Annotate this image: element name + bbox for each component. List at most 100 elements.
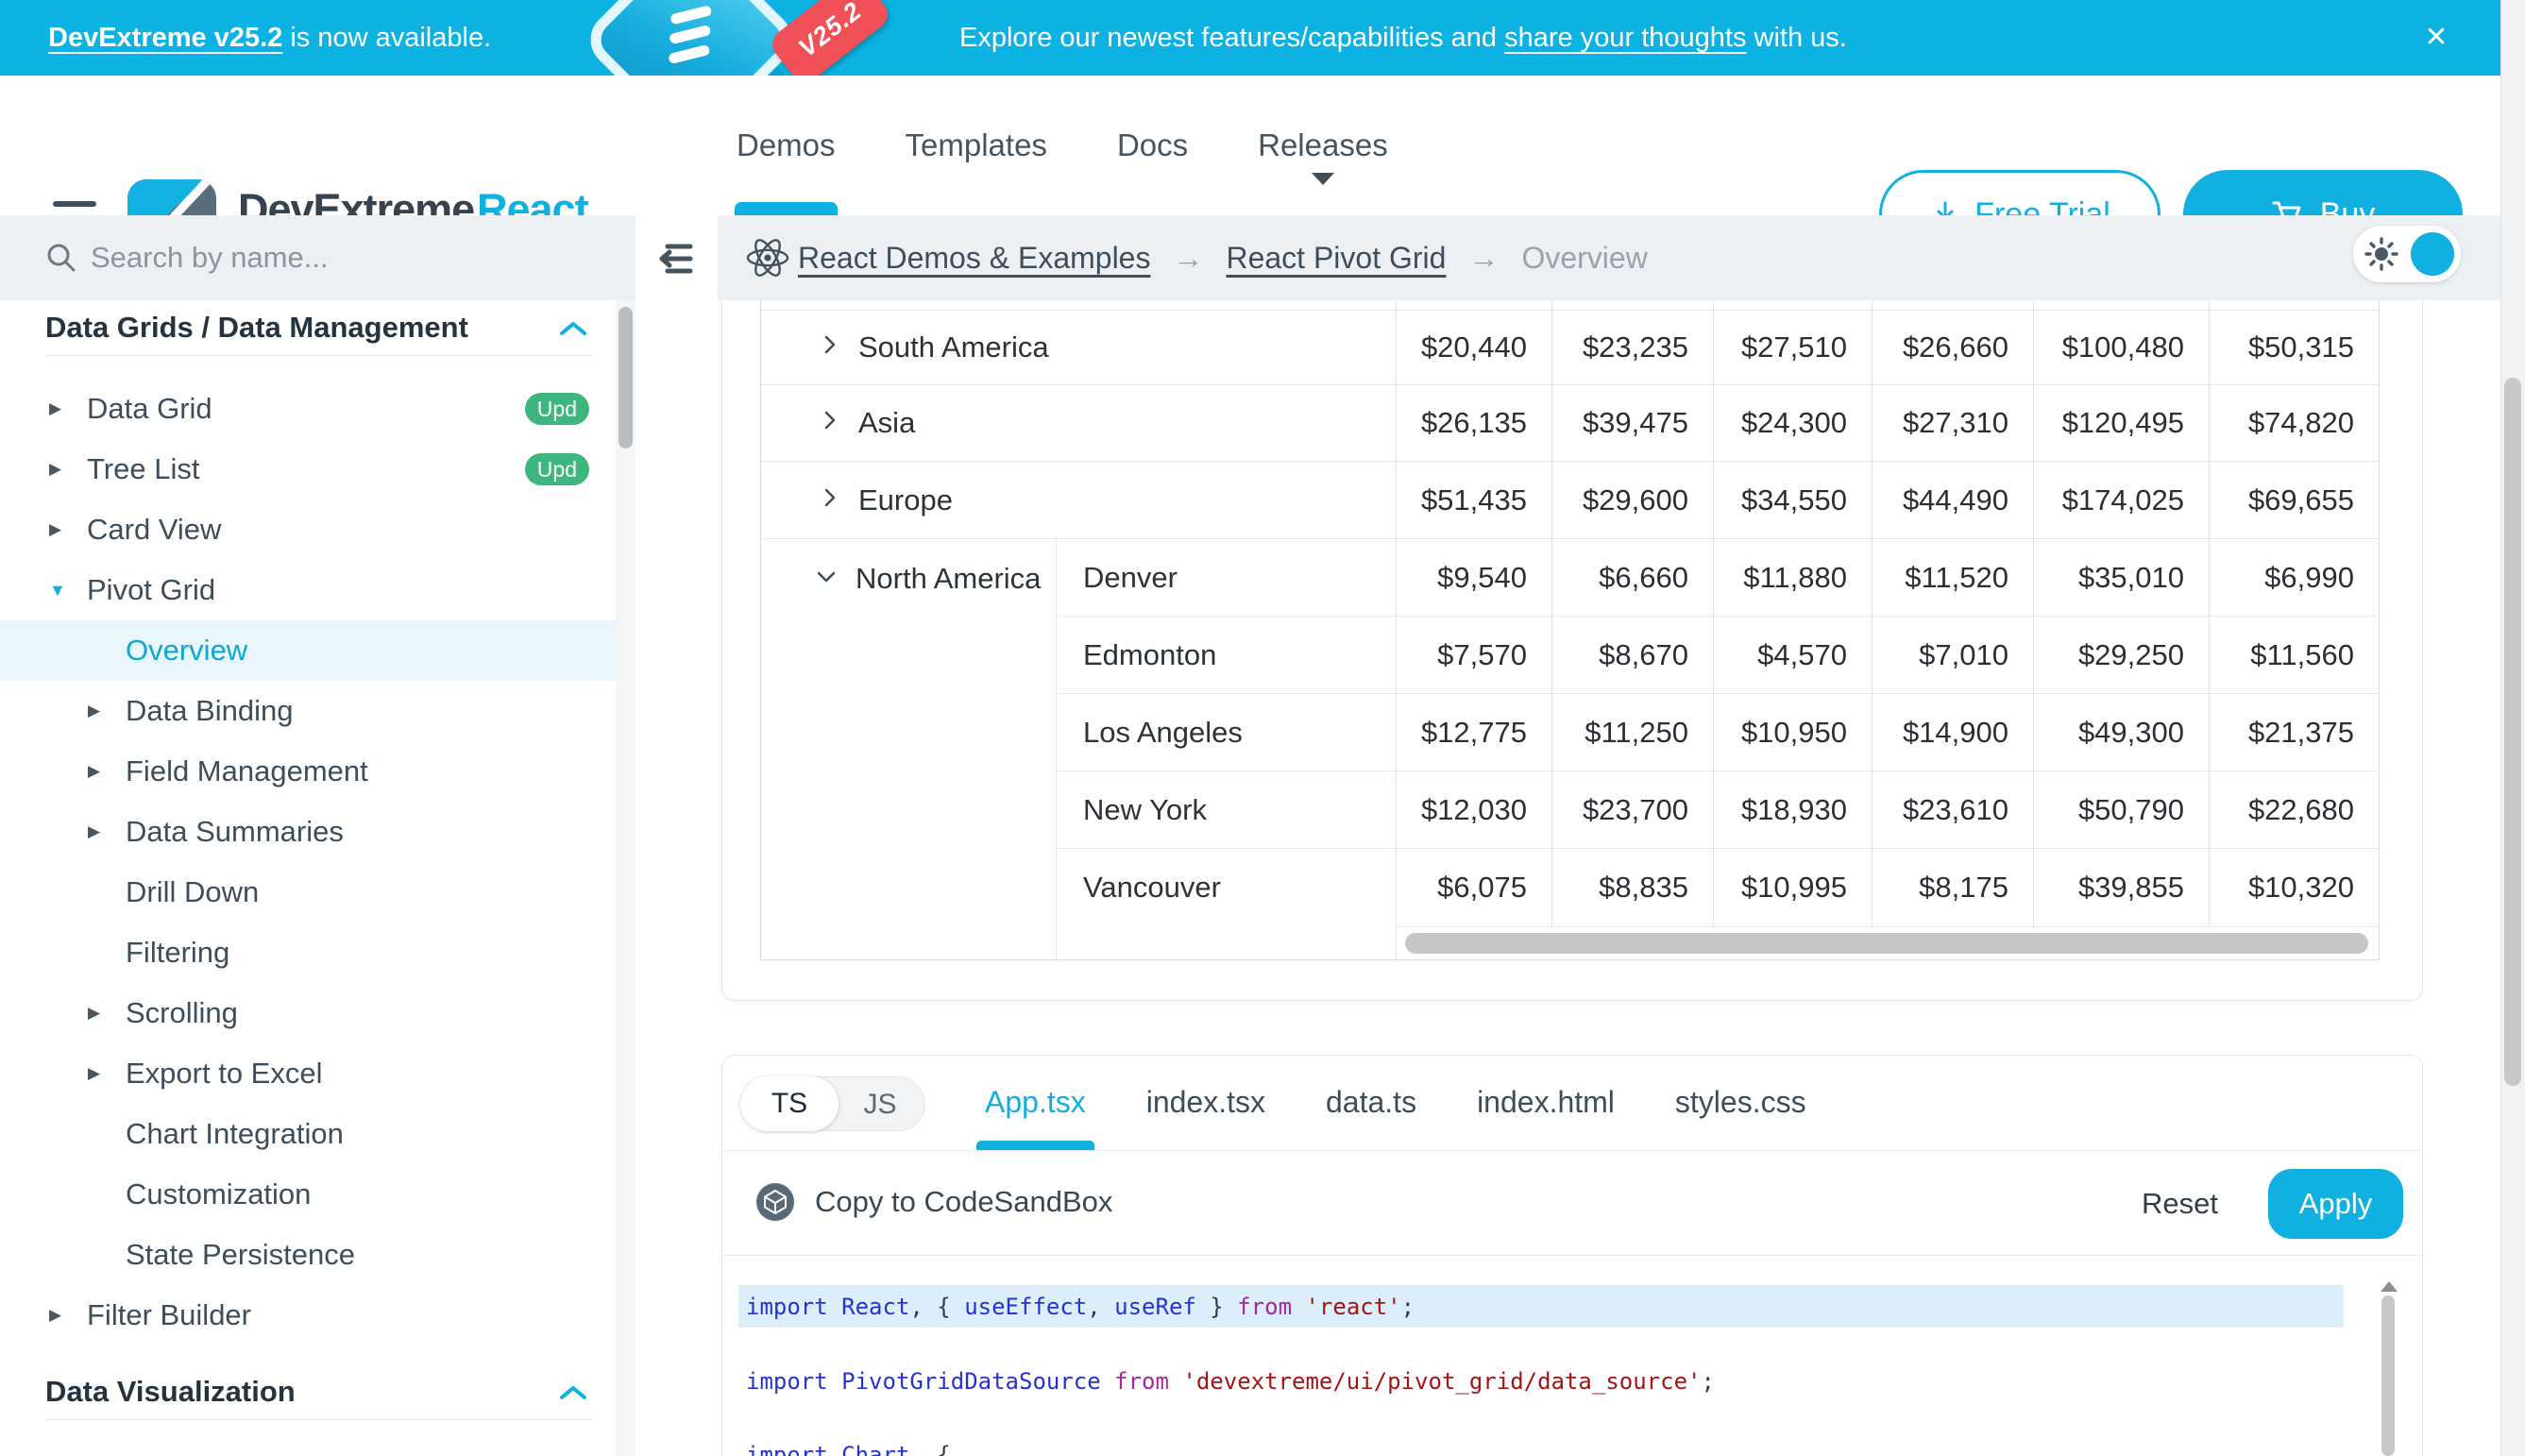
pivot-city-label: Vancouver (1056, 849, 1396, 926)
pivot-clipped-cell (1872, 300, 2033, 310)
page-scrollbar-thumb[interactable] (2504, 378, 2521, 1086)
code-token: useRef (1114, 1294, 1196, 1320)
pivot-region-expander[interactable]: Asia (761, 385, 1396, 461)
sidebar-item-filtering[interactable]: Filtering (0, 923, 616, 983)
pivot-row: Asia$26,135$39,475$24,300$27,310$120,495… (761, 385, 2379, 462)
tab-styles-css[interactable]: styles.css (1675, 1055, 1806, 1150)
chevron-up-icon (559, 311, 587, 345)
language-ts-option[interactable]: TS (740, 1076, 839, 1131)
close-icon[interactable]: ✕ (2406, 0, 2466, 76)
pivot-city-label: Edmonton (1056, 617, 1396, 693)
sidebar-item-state-persistence[interactable]: State Persistence (0, 1225, 616, 1285)
sidebar-scrollbar[interactable] (616, 300, 635, 1456)
pivot-value-cell: $23,235 (1551, 311, 1713, 384)
banner-version-text: DevExtreme v25.2 is now available. (48, 0, 491, 76)
code-token: import (746, 1294, 828, 1320)
code-scrollbar-thumb[interactable] (2381, 1295, 2395, 1456)
sidebar-item-overview[interactable]: Overview (0, 620, 616, 681)
pivot-clipped-label (761, 300, 1396, 310)
pivot-value-cell: $4,570 (1713, 617, 1872, 693)
sidebar-item-customization[interactable]: Customization (0, 1164, 616, 1225)
pivot-region-collapser[interactable]: North America (761, 539, 1056, 959)
sidebar-item-data-summaries[interactable]: ▶Data Summaries (0, 802, 616, 862)
sidebar-item-data-grid[interactable]: ▶Data Grid Upd (0, 379, 616, 439)
collapsed-arrow-icon: ▶ (88, 762, 126, 781)
language-toggle[interactable]: TS JS (740, 1076, 925, 1131)
breadcrumb-item[interactable]: React Demos & Examples (798, 241, 1150, 276)
pivot-region-expander[interactable]: Europe (761, 462, 1396, 538)
updated-badge: Upd (525, 393, 589, 425)
nav-docs[interactable]: Docs (1117, 76, 1188, 215)
language-js-option[interactable]: JS (836, 1077, 924, 1132)
sidebar-item-label: Export to Excel (126, 1057, 322, 1091)
pivot-value-cell: $44,490 (1872, 462, 2033, 538)
sidebar-item-tree-list[interactable]: ▶Tree ListUpd (0, 439, 616, 499)
nav-releases[interactable]: Releases (1258, 76, 1388, 215)
pivot-value-cell: $35,010 (2033, 539, 2209, 616)
pivot-value-cell: $51,435 (1396, 462, 1551, 538)
search-placeholder: Search by name... (91, 215, 329, 300)
collapsed-arrow-icon: ▶ (88, 822, 126, 841)
nav-demos[interactable]: Demos (737, 76, 836, 215)
pivot-value-cell: $21,375 (2209, 694, 2379, 770)
code-token (1169, 1368, 1182, 1395)
tab-index-html[interactable]: index.html (1477, 1055, 1615, 1150)
collapsed-arrow-icon: ▶ (88, 1064, 126, 1083)
pivot-region-expander[interactable]: South America (761, 311, 1396, 384)
pivot-value-cell: $23,700 (1551, 771, 1713, 848)
arrow-slot (88, 883, 126, 902)
tab-data-ts[interactable]: data.ts (1326, 1055, 1416, 1150)
share-thoughts-link[interactable]: share your thoughts (1504, 23, 1746, 53)
sidebar-item-chart-integration[interactable]: Chart Integration (0, 1104, 616, 1164)
pivot-clipped-row (761, 300, 2379, 311)
sidebar-item-field-management[interactable]: ▶Field Management (0, 741, 616, 802)
codesandbox-divider (721, 1255, 2423, 1256)
theme-toggle[interactable] (2353, 226, 2461, 282)
copy-to-codesandbox-button[interactable]: Copy to CodeSandBox (756, 1183, 1112, 1221)
pivot-value-cell: $11,520 (1872, 539, 2033, 616)
collapse-panel-icon (652, 233, 702, 282)
sidebar-item-label: Card View (87, 513, 221, 547)
code-scrollbar-up-icon[interactable] (2381, 1273, 2398, 1292)
code-line: import PivotGridDataSource from 'devextr… (738, 1360, 1715, 1402)
pivot-hscrollbar[interactable] (1396, 926, 2381, 959)
sidebar-item-pivot-grid[interactable]: ▼Pivot Grid (0, 560, 616, 620)
collapsed-arrow-icon: ▶ (49, 399, 87, 418)
sidebar-item-scrolling[interactable]: ▶Scrolling (0, 983, 616, 1043)
pivot-value-cell: $39,475 (1551, 385, 1713, 461)
sidebar-item-drill-down[interactable]: Drill Down (0, 862, 616, 923)
tab-app-tsx[interactable]: App.tsx (985, 1055, 1086, 1150)
nav-templates[interactable]: Templates (906, 76, 1047, 215)
sidebar-item-export-to-excel[interactable]: ▶Export to Excel (0, 1043, 616, 1104)
pivot-value-cell: $11,880 (1713, 539, 1872, 616)
apply-button[interactable]: Apply (2268, 1169, 2403, 1239)
theme-toggle-knob[interactable] (2411, 232, 2454, 276)
pivot-value-cell: $6,990 (2209, 539, 2379, 616)
sidebar-search-input[interactable]: Search by name... (0, 215, 635, 300)
code-line: import Chart, { (738, 1433, 951, 1456)
reset-button[interactable]: Reset (2142, 1183, 2218, 1225)
pivot-row: Vancouver$6,075$8,835$10,995$8,175$39,85… (1056, 849, 2381, 926)
tab-index-tsx[interactable]: index.tsx (1146, 1055, 1265, 1150)
sidebar-item-filter-builder[interactable]: ▶Filter Builder (0, 1285, 616, 1346)
pivot-clipped-cell (2033, 300, 2209, 310)
breadcrumb-item[interactable]: React Pivot Grid (1226, 241, 1446, 276)
chevron-right-icon (817, 406, 841, 440)
pivot-value-cell: $100,480 (2033, 311, 2209, 384)
sidebar-scrollbar-thumb[interactable] (619, 307, 633, 449)
code-token (1101, 1368, 1114, 1395)
pivot-value-cell: $8,670 (1551, 617, 1713, 693)
sidebar-item-data-binding[interactable]: ▶Data Binding (0, 681, 616, 741)
arrow-slot (88, 1245, 126, 1264)
sidebar-item-label: Data Summaries (126, 815, 344, 849)
pivot-region-label: North America (856, 562, 1041, 596)
sidebar-item-card-view[interactable]: ▶Card View (0, 499, 616, 560)
banner-version-link[interactable]: DevExtreme v25.2 (48, 23, 282, 53)
collapse-sidebar-button[interactable] (635, 215, 718, 300)
sidebar-item-label: Filtering (126, 936, 229, 970)
arrow-slot (88, 943, 126, 962)
pivot-hscrollbar-thumb[interactable] (1405, 933, 2368, 954)
sidebar-section-data-grids-data-management[interactable]: Data Grids / Data Management (0, 300, 616, 355)
sidebar-item-label: Data Grid (87, 392, 212, 426)
sidebar-section-data-visualization[interactable]: Data Visualization (0, 1364, 616, 1419)
